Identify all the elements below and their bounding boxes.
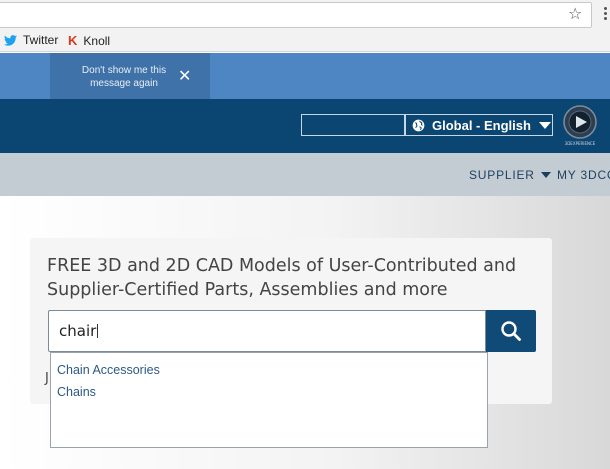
close-icon[interactable]: ✕ bbox=[178, 66, 191, 85]
search-icon bbox=[501, 321, 521, 341]
site-header: Global - English 3DEXPERIENCE bbox=[0, 99, 610, 153]
supplier-label: SUPPLIER bbox=[469, 168, 535, 182]
bookmark-label: Twitter bbox=[23, 33, 59, 47]
bookmark-knoll[interactable]: K Knoll bbox=[68, 33, 110, 48]
sub-navigation: SUPPLIER MY 3DCC bbox=[0, 153, 610, 196]
search-input-value: chair bbox=[59, 322, 97, 340]
language-selector[interactable]: Global - English bbox=[405, 114, 553, 136]
supplier-menu[interactable]: SUPPLIER bbox=[469, 168, 551, 182]
logo-caption: 3DEXPERIENCE bbox=[565, 141, 596, 146]
knoll-k-icon: K bbox=[68, 33, 78, 48]
header-search-input[interactable] bbox=[301, 114, 405, 136]
bookmark-label: Knoll bbox=[83, 33, 111, 48]
my3dcc-link[interactable]: MY 3DCC bbox=[557, 168, 610, 182]
dismiss-notice: Don't show me this message again ✕ bbox=[50, 53, 210, 99]
globe-icon bbox=[412, 119, 425, 131]
bookmark-twitter[interactable]: Twitter bbox=[4, 33, 58, 47]
twitter-bird-icon bbox=[4, 34, 17, 46]
page-headline: FREE 3D and 2D CAD Models of User-Contri… bbox=[47, 256, 517, 300]
suggestion-item[interactable]: Chains bbox=[57, 385, 96, 399]
autocomplete-dropdown: Chain Accessories Chains bbox=[50, 352, 488, 448]
notice-message: Don't show me this message again bbox=[81, 65, 167, 89]
language-label: Global - English bbox=[432, 117, 531, 133]
chevron-down-icon bbox=[540, 172, 551, 178]
search-input[interactable]: chair bbox=[48, 310, 486, 352]
browser-toolbar: ☆ bbox=[0, 0, 610, 30]
bookmarks-bar: Twitter K Knoll bbox=[0, 30, 610, 52]
partially-hidden-text: J bbox=[45, 371, 49, 386]
browser-menu-icon[interactable] bbox=[600, 6, 610, 22]
suggestion-item[interactable]: Chain Accessories bbox=[57, 363, 160, 377]
text-cursor bbox=[97, 324, 99, 338]
search-button[interactable] bbox=[486, 310, 536, 352]
address-bar[interactable] bbox=[0, 2, 592, 28]
3dexperience-logo-icon[interactable]: 3DEXPERIENCE bbox=[562, 104, 598, 148]
chevron-down-icon bbox=[538, 121, 551, 129]
bookmark-star-icon[interactable]: ☆ bbox=[568, 4, 582, 23]
notice-bar: Don't show me this message again ✕ bbox=[0, 53, 610, 99]
